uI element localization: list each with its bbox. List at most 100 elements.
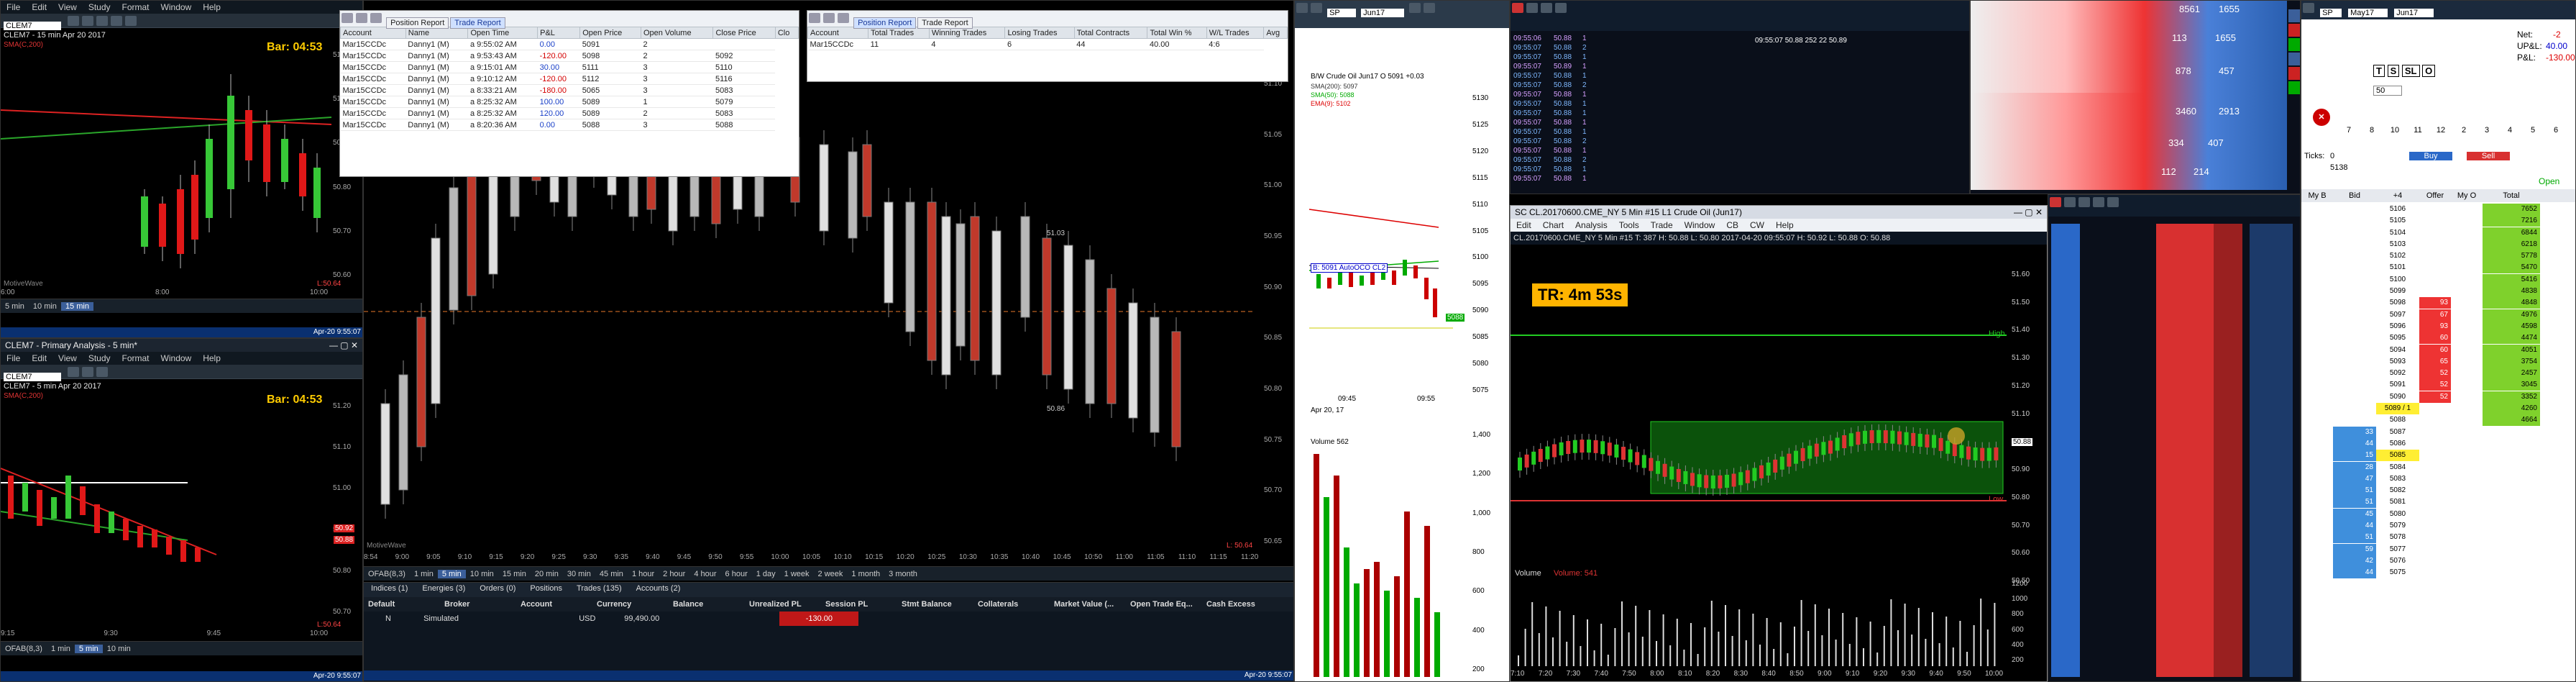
offer-cell[interactable]: 60 (2419, 332, 2451, 345)
button-s[interactable]: S (2387, 65, 2400, 77)
ladder-row[interactable]: 5096 93 4598 (2301, 320, 2575, 332)
symbol-box[interactable]: CLEM7 (4, 373, 61, 381)
layout-icon[interactable] (125, 16, 137, 26)
offer-cell[interactable]: 93 (2419, 297, 2451, 309)
ladder-row[interactable]: 59 5077 (2301, 543, 2575, 555)
side-button-x[interactable] (2288, 24, 2300, 37)
offer-cell[interactable]: 60 (2419, 344, 2451, 356)
table-row[interactable]: Mar15CCDc Danny1 (M) a 8:20:36 AM 0.00 5088 3… (340, 119, 799, 131)
crosshair-icon[interactable] (1409, 3, 1421, 13)
ladder-row[interactable]: 5088 4664 (2301, 414, 2575, 427)
button-o[interactable]: O (2422, 65, 2436, 77)
menu-item[interactable]: File (1, 353, 26, 363)
contract-box[interactable]: Jun17 (1361, 9, 1405, 17)
gear-icon[interactable] (2303, 3, 2314, 13)
menu-item[interactable]: Study (83, 353, 116, 363)
menu-item[interactable]: Help (197, 2, 226, 12)
refresh-icon[interactable] (68, 16, 80, 26)
menu-item[interactable]: Analysis (1569, 220, 1613, 230)
bid-cell[interactable]: 15 (2333, 450, 2376, 462)
ladder-row[interactable]: 5090 52 3352 (2301, 391, 2575, 403)
ladder-row[interactable]: 5092 52 2457 (2301, 368, 2575, 380)
menu-item[interactable]: View (52, 2, 83, 12)
offer-cell[interactable]: 65 (2419, 355, 2451, 368)
button-t[interactable]: T (2373, 65, 2385, 77)
column-header[interactable]: Total Contracts (1073, 27, 1148, 39)
menu-item[interactable]: Trade (1645, 220, 1679, 230)
ladder-column[interactable]: +4 (2376, 189, 2419, 202)
timeframe-button[interactable]: 15 min (60, 302, 93, 311)
ladder-row[interactable]: 51 5082 (2301, 485, 2575, 497)
account-tab[interactable]: Orders (0) (472, 583, 523, 594)
column-header[interactable]: Open Volume (640, 27, 714, 39)
timeframe-button[interactable]: 15 min (498, 570, 531, 578)
side-button-x[interactable] (2288, 67, 2300, 80)
offer-cell[interactable]: 52 (2419, 391, 2451, 403)
timeframe-button[interactable]: 2 hour (659, 570, 689, 578)
symbol-box[interactable]: SP (2320, 9, 2342, 17)
menu-item[interactable]: Window (155, 353, 198, 363)
timeframe-button[interactable]: 10 min (466, 570, 498, 578)
timeframe-button[interactable]: 30 min (563, 570, 595, 578)
timeframe-button[interactable]: 2 week (814, 570, 848, 578)
settings-icon[interactable] (1311, 3, 1322, 13)
zoom-icon[interactable] (1424, 3, 1436, 13)
offer-cell[interactable]: 67 (2419, 309, 2451, 321)
column-header[interactable]: Clo (774, 27, 799, 39)
toolbar-icon[interactable] (809, 13, 820, 23)
ladder-row[interactable]: 5089 / 1 4260 (2301, 403, 2575, 415)
timeframe-button[interactable]: 3 month (884, 570, 922, 578)
draw-icon[interactable] (96, 367, 109, 377)
account-tab[interactable]: Energies (3) (415, 583, 472, 594)
ladder-column[interactable]: My B (2301, 189, 2333, 202)
menu-item[interactable]: Edit (1511, 220, 1537, 230)
accounts-row[interactable]: N Simulated USD 99,490.00 -130.00 (364, 611, 1293, 626)
alert-icon[interactable] (2050, 197, 2061, 207)
side-button-g[interactable] (2288, 38, 2300, 51)
refresh-icon[interactable] (68, 367, 80, 377)
table-row[interactable]: Mar15CCDc 11 4 6 44 40.00 4:6 (807, 38, 1288, 50)
settings-icon[interactable] (82, 16, 94, 26)
tab-position-report[interactable]: Position Report (386, 17, 449, 29)
ladder-row[interactable]: 5101 5470 (2301, 262, 2575, 274)
window-controls[interactable]: — ▢ ✕ (329, 339, 362, 352)
toolbar-icon[interactable] (823, 13, 835, 23)
column-header[interactable]: Avg (1263, 27, 1288, 39)
column-header[interactable]: Winning Trades (928, 27, 1006, 39)
menu-item[interactable]: CB (1720, 220, 1744, 230)
bid-cell[interactable]: 47 (2333, 473, 2376, 485)
settings-icon[interactable] (82, 367, 94, 377)
column-header[interactable]: W/L Trades (1206, 27, 1265, 39)
column-header[interactable]: Open Time (467, 27, 538, 39)
account-tab[interactable]: Trades (135) (569, 583, 629, 594)
table-row[interactable]: Mar15CCDc Danny1 (M) a 9:53:43 AM -120.00 50… (340, 50, 799, 62)
ladder-row[interactable]: 5100 5416 (2301, 273, 2575, 286)
ladder-row[interactable]: 44 5079 (2301, 520, 2575, 532)
toolbar-icon[interactable] (342, 13, 353, 23)
column-header[interactable]: Open Price (579, 27, 641, 39)
sell-button[interactable]: Sell (2467, 152, 2510, 160)
menu-item[interactable]: Help (197, 353, 226, 363)
menu-item[interactable]: Format (116, 2, 155, 12)
menu-item[interactable]: Help (1770, 220, 1800, 230)
timeframe-button[interactable]: 1 month (847, 570, 884, 578)
tab-trade-report[interactable]: Trade Report (450, 17, 505, 29)
side-button-g[interactable] (2288, 81, 2300, 94)
ladder-column[interactable]: Bid (2333, 189, 2376, 202)
menu-item[interactable]: Study (83, 2, 116, 12)
timeframe-button[interactable]: 5 min (74, 645, 103, 653)
bid-cell[interactable]: 51 (2333, 496, 2376, 509)
offer-cell[interactable]: 93 (2419, 320, 2451, 332)
window-controls[interactable]: — ▢ ✕ (2014, 206, 2047, 219)
table-row[interactable]: Mar15CCDc Danny1 (M) a 9:55:02 AM 0.00 5091 2 (340, 38, 799, 50)
menu-item[interactable]: Edit (26, 2, 52, 12)
ladder-row[interactable]: 5106 7652 (2301, 204, 2575, 215)
timeframe-button[interactable]: OFAB(8,3) (364, 570, 410, 578)
lock-icon[interactable] (2107, 197, 2119, 207)
menu-item[interactable]: Edit (26, 353, 52, 363)
timeframe-button[interactable]: 1 hour (628, 570, 659, 578)
ladder-row[interactable]: 5102 5778 (2301, 250, 2575, 263)
ladder-row[interactable]: 5105 7216 (2301, 215, 2575, 227)
buy-button[interactable]: Buy (2409, 152, 2452, 160)
table-row[interactable]: Mar15CCDc Danny1 (M) a 9:15:01 AM 30.00 5111… (340, 61, 799, 73)
